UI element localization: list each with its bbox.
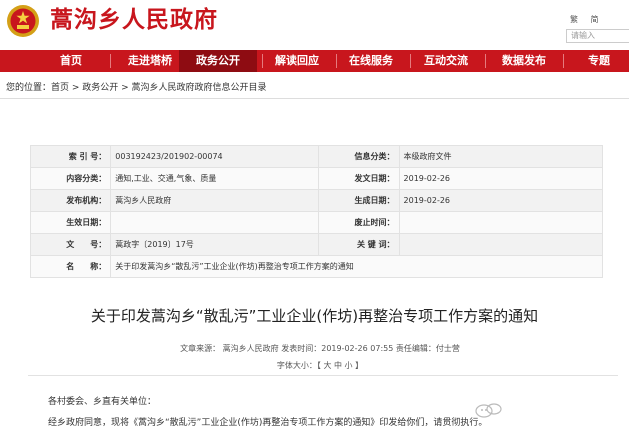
- article-title: 关于印发蒿沟乡“散乱污”工业企业(作坊)再整治专项工作方案的通知: [90, 307, 539, 325]
- site-header: 蒿沟乡人民政府 繁 简 请输入: [0, 0, 629, 48]
- repeal-date-value: [398, 211, 604, 234]
- effective-date-label: 生效日期：: [29, 211, 112, 234]
- repeal-date-label: 废止时间：: [318, 211, 400, 234]
- keywords-label: 关 键 词：: [318, 233, 400, 256]
- document-info-table: 索 引 号： 003192423/201902-00074 信息分类： 本级政府…: [29, 145, 604, 278]
- article-meta: 文章来源： 蒿沟乡人民政府 发表时间：2019-02-26 07:55 责任编辑…: [180, 344, 460, 353]
- issue-date-label: 发文日期：: [318, 167, 400, 190]
- table-row: 内容分类： 通知,工业、交通,气象、质量 发文日期： 2019-02-26: [29, 167, 604, 190]
- traditional-link[interactable]: 繁: [570, 15, 578, 24]
- keywords-value: [398, 233, 604, 256]
- doc-name-value: 关于印发蒿沟乡“散乱污”工业企业(作坊)再整治专项工作方案的通知: [110, 255, 603, 278]
- nav-data-release[interactable]: 数据发布: [485, 50, 563, 72]
- simplified-link[interactable]: 简: [591, 15, 599, 24]
- language-links: 繁 简: [570, 14, 609, 25]
- article-salutation: 各村委会、乡直有关单位：: [48, 397, 157, 407]
- content-category-label: 内容分类：: [29, 167, 112, 190]
- divider: [0, 98, 629, 99]
- info-category-value: 本级政府文件: [398, 145, 604, 168]
- index-number-label: 索 引 号：: [29, 145, 112, 168]
- table-row: 名 称： 关于印发蒿沟乡“散乱污”工业企业(作坊)再整治专项工作方案的通知: [29, 255, 603, 278]
- issue-date-value: 2019-02-26: [398, 167, 604, 190]
- info-category-label: 信息分类：: [318, 145, 400, 168]
- publisher-label: 发布机构：: [29, 189, 112, 212]
- search-input[interactable]: 请输入: [566, 29, 629, 43]
- watermark-icon: [475, 403, 502, 418]
- table-row: 发布机构： 蒿沟乡人民政府 生成日期： 2019-02-26: [29, 189, 604, 212]
- created-date-label: 生成日期：: [318, 189, 400, 212]
- publisher-value: 蒿沟乡人民政府: [110, 189, 320, 212]
- document-number-label: 文 号：: [29, 233, 112, 256]
- nav-about[interactable]: 走进塔桥: [111, 50, 189, 72]
- nav-interaction[interactable]: 互动交流: [407, 50, 485, 72]
- doc-name-label: 名 称：: [29, 255, 112, 278]
- article-paragraph: 经乡政府同意，现将《蒿沟乡“散乱污”工业企业(作坊)再整治专项工作方案的通知》印…: [48, 418, 488, 428]
- nav-home[interactable]: 首页: [32, 50, 110, 72]
- content-category-value: 通知,工业、交通,气象、质量: [110, 167, 320, 190]
- breadcrumb: 您的位置：首页 > 政务公开 > 蒿沟乡人民政府政府信息公开目录: [6, 83, 267, 93]
- nav-gov-affairs[interactable]: 政务公开: [179, 50, 257, 72]
- nav-topics[interactable]: 专题: [560, 50, 629, 72]
- national-emblem-icon: [7, 5, 39, 37]
- document-number-value: 蒿政字〔2019〕17号: [110, 233, 320, 256]
- index-number-value: 003192423/201902-00074: [110, 145, 320, 168]
- nav-interpretation[interactable]: 解读回应: [258, 50, 336, 72]
- table-row: 索 引 号： 003192423/201902-00074 信息分类： 本级政府…: [29, 145, 604, 168]
- font-size-control[interactable]: 字体大小：【 大 中 小 】: [0, 360, 629, 371]
- created-date-value: 2019-02-26: [398, 189, 604, 212]
- site-title: 蒿沟乡人民政府: [50, 7, 218, 33]
- table-row: 文 号： 蒿政字〔2019〕17号 关 键 词：: [29, 233, 604, 256]
- divider: [28, 375, 618, 376]
- nav-online-service[interactable]: 在线服务: [332, 50, 410, 72]
- effective-date-value: [110, 211, 320, 234]
- table-row: 生效日期： 废止时间：: [29, 211, 604, 234]
- main-nav: 首页 走进塔桥 政务公开 解读回应 在线服务 互动交流 数据发布 专题: [0, 50, 629, 72]
